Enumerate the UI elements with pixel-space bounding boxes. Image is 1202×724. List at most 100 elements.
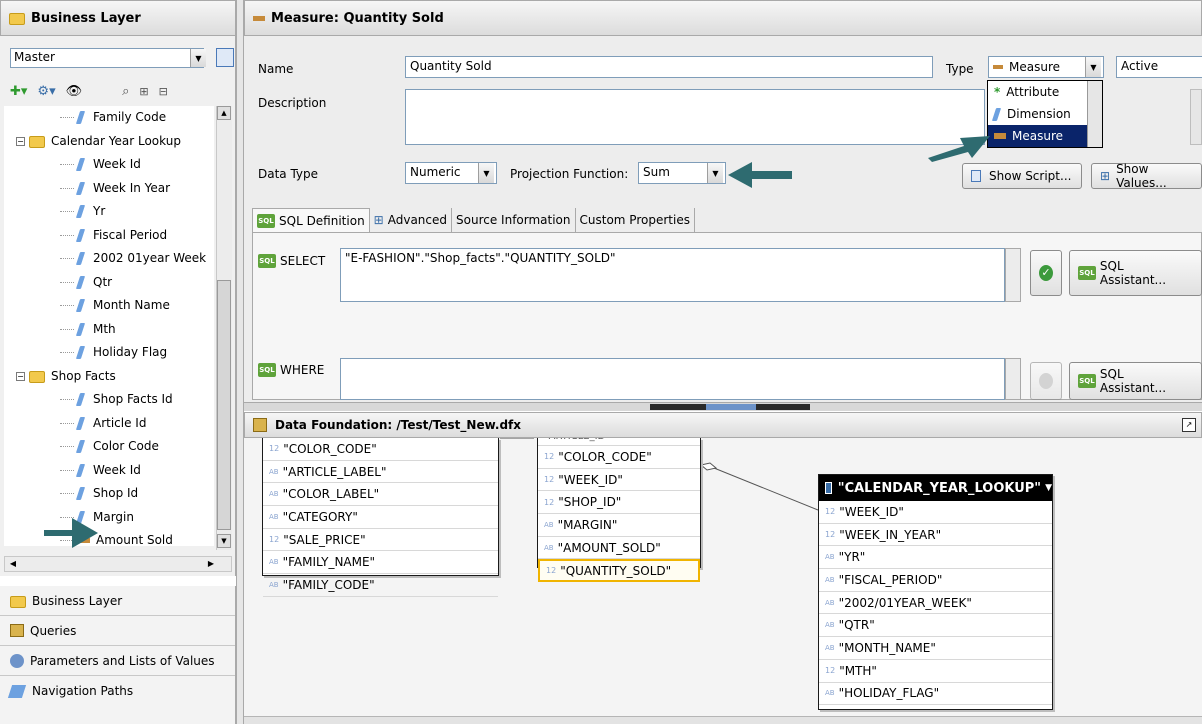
column-name: "ARTICLE_LABEL" xyxy=(282,464,387,479)
tree-item[interactable]: Week Id xyxy=(4,459,214,483)
collapse-icon[interactable]: − xyxy=(16,136,25,146)
tree-item[interactable]: Yr xyxy=(4,200,214,224)
table-column-row[interactable]: AB "AMOUNT_SOLD" xyxy=(538,537,700,560)
table-column-row[interactable]: AB "FAMILY_NAME" xyxy=(263,551,498,575)
validate-button[interactable]: ✓ xyxy=(1030,250,1062,296)
sql-assistant-button[interactable]: SQL SQL Assistant... xyxy=(1069,250,1202,296)
tree-item[interactable]: − Shop Facts xyxy=(4,365,214,389)
option-dimension[interactable]: Dimension xyxy=(988,103,1102,125)
find-icon[interactable]: ⌕ xyxy=(122,84,129,99)
tab-source-information[interactable]: Source Information xyxy=(452,208,576,232)
tree-item[interactable]: Qtr xyxy=(4,271,214,295)
tab-parameters[interactable]: Parameters and Lists of Values xyxy=(0,646,235,676)
values-icon: ⊞ xyxy=(1100,169,1111,183)
tab-custom-properties[interactable]: Custom Properties xyxy=(576,208,695,232)
tab-queries[interactable]: Queries xyxy=(0,616,235,646)
tree-item[interactable]: Article Id xyxy=(4,412,214,436)
scroll-right-icon[interactable]: ▶ xyxy=(204,557,218,571)
select-field[interactable]: "E-FASHION"."Shop_facts"."QUANTITY_SOLD" xyxy=(340,248,1005,302)
name-field[interactable]: Quantity Sold xyxy=(405,56,933,78)
tree-item[interactable]: Week In Year xyxy=(4,177,214,201)
table-column-row[interactable]: AB "QTR" xyxy=(819,614,1052,638)
tab-sql-definition[interactable]: SQL SQL Definition xyxy=(252,208,370,232)
collapse-icon[interactable]: − xyxy=(16,371,25,381)
table-column-row[interactable]: 12 "COLOR_CODE" xyxy=(538,446,700,469)
calendar-table-header[interactable]: "CALENDAR_YEAR_LOOKUP" ▼ xyxy=(819,475,1052,501)
tab-label: Custom Properties xyxy=(579,213,690,227)
horizontal-splitter[interactable] xyxy=(244,402,1202,411)
table-column-row[interactable]: 12 "SHOP_ID" xyxy=(538,491,700,515)
description-scrollbar[interactable] xyxy=(1190,89,1202,145)
maximize-icon[interactable]: ↗ xyxy=(1182,418,1196,432)
table-column-row[interactable]: AB "MONTH_NAME" xyxy=(819,637,1052,660)
option-measure[interactable]: Measure xyxy=(988,125,1088,147)
tree-item[interactable]: Amount Sold xyxy=(4,529,214,546)
show-values-button[interactable]: ⊞ Show Values... xyxy=(1091,162,1202,190)
tree-item[interactable]: Fiscal Period xyxy=(4,224,214,248)
add-icon[interactable]: ✚▾ xyxy=(10,84,27,99)
tree-item[interactable]: − Calendar Year Lookup xyxy=(4,130,214,154)
table-column-row[interactable]: AB "CATEGORY" xyxy=(263,506,498,529)
table-column-row[interactable]: 12 "WEEK_ID" xyxy=(819,501,1052,524)
tree-item[interactable]: Family Code xyxy=(4,106,214,130)
tree-item[interactable]: Holiday Flag xyxy=(4,341,214,365)
show-script-button[interactable]: Show Script... xyxy=(962,163,1082,189)
select-scrollbar[interactable] xyxy=(1005,248,1021,302)
table-column-row[interactable]: 12 "COLOR_CODE" xyxy=(263,438,498,461)
layer-combo[interactable]: Master xyxy=(10,48,204,68)
vertical-splitter[interactable] xyxy=(236,0,244,724)
tree-item[interactable]: Week Id xyxy=(4,153,214,177)
table-column-row[interactable]: 12 "WEEK_ID" xyxy=(538,469,700,492)
tree-item[interactable]: Color Code xyxy=(4,435,214,459)
tree-item[interactable]: Margin xyxy=(4,506,214,530)
scroll-down-icon[interactable]: ▼ xyxy=(217,534,231,548)
column-name: "SHOP_ID" xyxy=(558,495,622,510)
layer-combo-arrow[interactable]: ▼ xyxy=(190,49,206,67)
tree-item[interactable]: Mth xyxy=(4,318,214,342)
projection-arrow[interactable]: ▼ xyxy=(707,163,723,183)
tree-scroll-thumb[interactable] xyxy=(217,280,231,530)
tab-navigation-paths[interactable]: Navigation Paths xyxy=(0,676,235,706)
type-select-arrow[interactable]: ▼ xyxy=(1085,57,1101,77)
tree-item[interactable]: Shop Id xyxy=(4,482,214,506)
description-field[interactable] xyxy=(405,89,985,145)
tree-item[interactable]: 2002 01year Week xyxy=(4,247,214,271)
article-lookup-table[interactable]: 12 "COLOR_CODE" AB "ARTICLE_LABEL" AB "COLOR_… xyxy=(262,438,499,597)
table-column-row[interactable]: 12 "MTH" xyxy=(819,660,1052,683)
tools-icon[interactable]: ⚙▾ xyxy=(37,84,55,99)
tab-advanced[interactable]: ⊞ Advanced xyxy=(370,208,453,232)
expand-all-icon[interactable]: ⊞ xyxy=(139,85,148,98)
tree-item[interactable]: Shop Facts Id xyxy=(4,388,214,412)
shop-facts-table[interactable]: "ARTICLE_ID"12"COLOR_CODE"12"WEEK_ID"12"… xyxy=(537,438,701,583)
table-column-row[interactable]: AB "COLOR_LABEL" xyxy=(263,483,498,507)
sql-assistant-where-button[interactable]: SQL SQL Assistant... xyxy=(1069,362,1202,400)
table-column-row[interactable]: AB "FISCAL_PERIOD" xyxy=(819,569,1052,592)
option-attribute[interactable]: * Attribute xyxy=(988,81,1102,103)
table-column-row[interactable]: 12 "SALE_PRICE" xyxy=(263,529,498,552)
table-column-row[interactable]: 12 "QUANTITY_SOLD" xyxy=(538,559,700,583)
table-column-row[interactable]: AB "YR" xyxy=(819,546,1052,570)
collapse-all-icon[interactable]: ⊟ xyxy=(159,85,168,98)
table-column-row[interactable]: AB "MARGIN" xyxy=(538,514,700,537)
table-column-row[interactable]: AB "2002/01YEAR_WEEK" xyxy=(819,592,1052,615)
layer-view-icon[interactable] xyxy=(216,48,234,67)
table-column-row[interactable]: AB "ARTICLE_LABEL" xyxy=(263,461,498,484)
table-column-row[interactable]: 12 "WEEK_IN_YEAR" xyxy=(819,524,1052,547)
status-select[interactable]: Active xyxy=(1116,56,1202,78)
chevron-down-icon[interactable]: ▼ xyxy=(1045,483,1052,493)
where-scrollbar[interactable] xyxy=(1005,358,1021,400)
calendar-year-lookup-table[interactable]: "CALENDAR_YEAR_LOOKUP" ▼ 12 "WEEK_ID" 12 "W… xyxy=(818,474,1053,710)
tab-business-layer[interactable]: Business Layer xyxy=(0,586,235,616)
tree-hscrollbar[interactable] xyxy=(4,556,232,572)
binoculars-icon[interactable]: 👁 xyxy=(66,84,83,99)
table-column-row-partial[interactable]: "ARTICLE_ID" xyxy=(538,438,700,446)
scroll-up-icon[interactable]: ▲ xyxy=(217,106,231,120)
table-column-row[interactable]: AB "FAMILY_CODE" xyxy=(263,574,498,597)
tree-item[interactable]: Month Name xyxy=(4,294,214,318)
validate-where-button[interactable] xyxy=(1030,362,1062,400)
dropdown-scrollbar[interactable] xyxy=(1087,81,1102,147)
datatype-arrow[interactable]: ▼ xyxy=(478,163,494,183)
where-field[interactable] xyxy=(340,358,1005,400)
table-column-row[interactable]: AB "HOLIDAY_FLAG" xyxy=(819,683,1052,706)
scroll-left-icon[interactable]: ◀ xyxy=(6,557,20,571)
